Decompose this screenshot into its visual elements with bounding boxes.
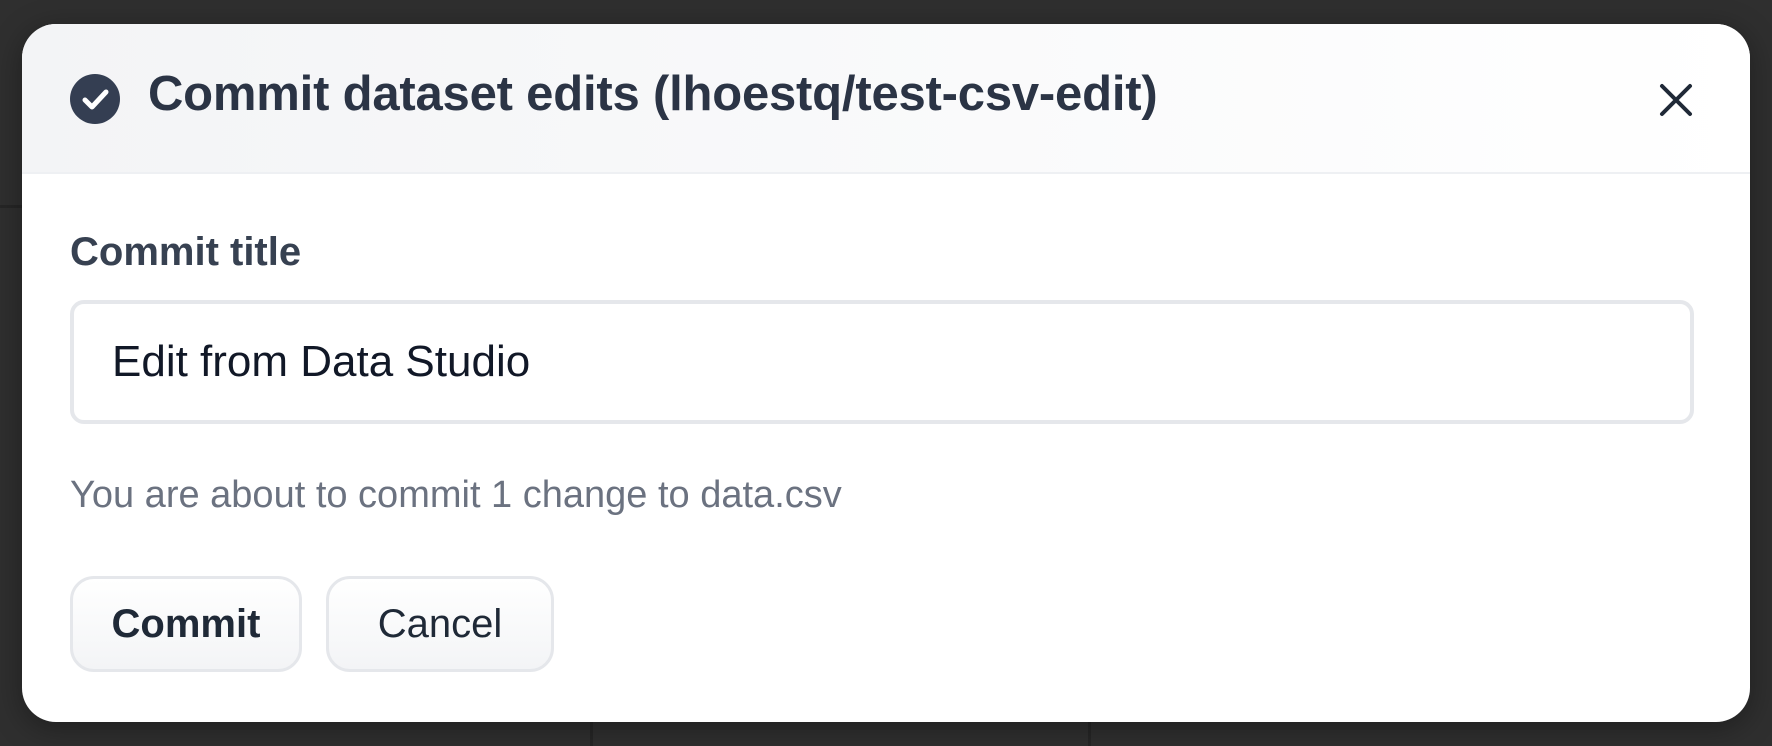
cancel-button[interactable]: Cancel (326, 576, 554, 672)
background-divider (590, 722, 593, 746)
commit-title-input[interactable] (70, 300, 1694, 424)
background-divider (0, 205, 22, 208)
commit-helper-text: You are about to commit 1 change to data… (70, 474, 842, 516)
commit-dialog: Commit dataset edits (lhoestq/test-csv-e… (22, 24, 1750, 722)
close-button[interactable] (1652, 76, 1700, 124)
commit-title-label: Commit title (70, 230, 302, 274)
background-divider (1088, 722, 1091, 746)
close-icon (1660, 84, 1692, 116)
dialog-header: Commit dataset edits (lhoestq/test-csv-e… (22, 24, 1750, 174)
dialog-title: Commit dataset edits (lhoestq/test-csv-e… (148, 67, 1158, 121)
check-circle-icon (70, 74, 120, 124)
commit-button[interactable]: Commit (70, 576, 302, 672)
